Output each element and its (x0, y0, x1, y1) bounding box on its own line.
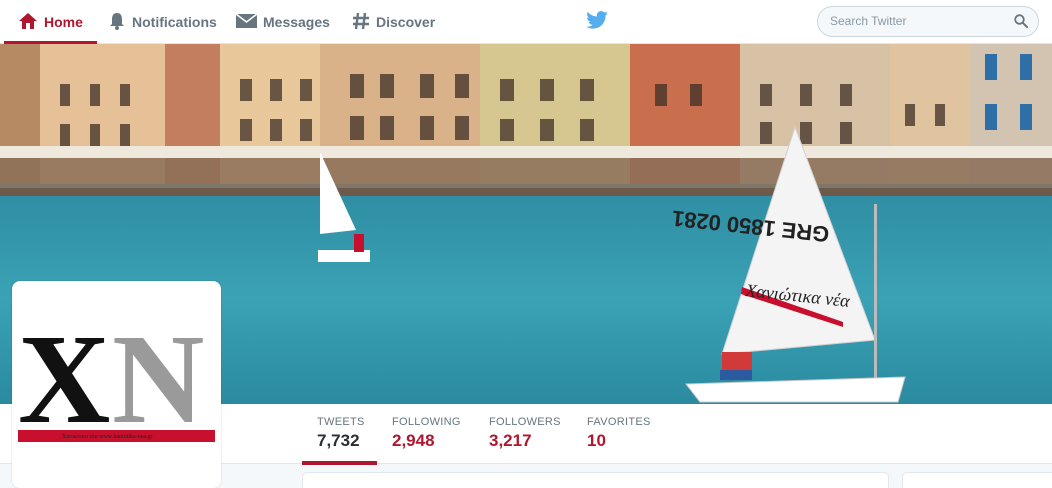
nav-messages[interactable]: Messages (235, 0, 330, 44)
search-input[interactable] (830, 14, 1010, 28)
stat-favorites[interactable]: FAVORITES 10 (587, 416, 651, 451)
xn-logo: X N Χανιώτικα νέα www.haniotika-nea.gr (18, 308, 215, 450)
logo-letter-n: N (112, 308, 204, 450)
search-icon[interactable] (1014, 14, 1028, 33)
profile-avatar[interactable]: X N Χανιώτικα νέα www.haniotika-nea.gr (12, 281, 221, 488)
hashtag-icon (352, 12, 370, 33)
nav-notifications[interactable]: Notifications (108, 0, 217, 44)
active-stat-indicator (302, 461, 377, 465)
nav-discover-label: Discover (376, 14, 436, 30)
nav-home-label: Home (44, 14, 83, 30)
timeline-card (302, 472, 889, 488)
stat-favorites-label: FAVORITES (587, 416, 651, 428)
twitter-bird-icon[interactable] (586, 11, 608, 34)
logo-caption: Χανιώτικα νέα www.haniotika-nea.gr (62, 434, 153, 440)
stat-tweets-label: TWEETS (317, 416, 365, 428)
home-icon (18, 12, 38, 33)
nav-home[interactable]: Home (4, 0, 97, 44)
nav-messages-label: Messages (263, 14, 330, 30)
stat-tweets[interactable]: TWEETS 7,732 (317, 416, 365, 451)
stat-followers-value: 3,217 (489, 431, 532, 450)
stat-following[interactable]: FOLLOWING 2,948 (392, 416, 461, 451)
envelope-icon (235, 12, 258, 32)
sidebar-card (902, 472, 1052, 488)
stat-followers-label: FOLLOWERS (489, 416, 561, 428)
nav-notifications-label: Notifications (132, 14, 217, 30)
stat-favorites-value: 10 (587, 431, 606, 450)
top-navigation-bar: Home Notifications Messages Discover (0, 0, 1052, 44)
stat-followers[interactable]: FOLLOWERS 3,217 (489, 416, 561, 451)
stat-following-label: FOLLOWING (392, 416, 461, 428)
stat-following-value: 2,948 (392, 431, 435, 450)
logo-letter-x: X (18, 308, 110, 450)
nav-discover[interactable]: Discover (352, 0, 435, 44)
bell-icon (108, 12, 126, 33)
stat-tweets-value: 7,732 (317, 431, 360, 450)
search-box[interactable] (817, 6, 1039, 37)
